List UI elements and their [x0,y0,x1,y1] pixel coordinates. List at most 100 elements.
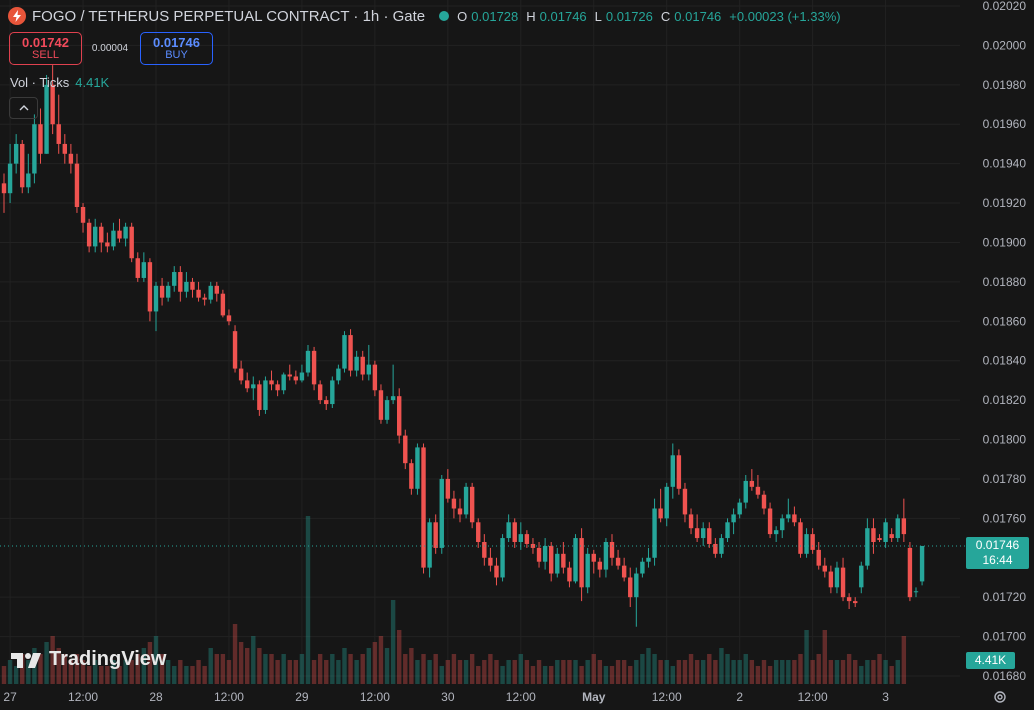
candle-body [293,376,299,381]
candle-body [761,494,767,509]
volume-bar [707,654,712,684]
volume-legend-value: 4.41K [75,75,110,90]
candle-body [50,84,55,125]
price-tick-label: 0.01720 [983,590,1027,604]
volume-bar [238,642,244,684]
price-tick-label: 0.01700 [983,630,1027,644]
close-key: C [660,8,671,24]
candle-body [281,374,286,391]
candle-body [634,573,639,598]
low-key: L [594,8,602,24]
market-status-icon[interactable] [439,11,450,21]
price-chart[interactable]: 0.02020 0.02000 0.01980 0.01960 0.01940 0.019… [0,0,1034,710]
volume-bar [798,654,803,684]
collapse-legend-button[interactable] [9,97,38,119]
candle-body [907,547,913,598]
chart-grid [0,0,960,684]
candle-body [257,384,262,410]
price-tick-label: 0.01780 [983,472,1027,486]
volume-bar [366,648,371,684]
candle-body [427,522,432,568]
candle-body [232,331,238,369]
candle-body [755,486,761,495]
volume-bar [482,660,487,684]
time-tick-label: 27 [3,690,17,704]
volume-bar [889,666,894,684]
candle-body [792,514,797,523]
candle-body [117,230,122,239]
tradingview-logo[interactable]: TradingView [11,648,166,671]
price-tick-label: 0.02000 [983,38,1027,52]
price-tick-label: 0.02020 [983,0,1027,13]
volume-bar [573,660,578,684]
volume-bar [822,630,827,684]
sell-label: SELL [32,48,59,61]
candle-body [68,153,74,164]
high-key: H [526,8,536,24]
candle-body [646,557,651,562]
volume-bar [749,660,755,684]
candle-body [44,84,49,154]
volume-bar [245,648,250,684]
candle-body [591,553,596,562]
volume-bar [530,666,536,684]
time-axis[interactable]: 27 12:00 28 12:00 29 12:00 30 12:00 May 12:00 2 12:… [3,690,889,704]
volume-bar [226,660,232,684]
candle-body [500,538,505,578]
price-tick-label: 0.01960 [983,117,1027,131]
price-axis[interactable]: 0.02020 0.02000 0.01980 0.01960 0.01940 0.019… [983,0,1027,683]
price-tick-label: 0.01940 [983,157,1027,171]
volume-bar [664,660,669,684]
volume-bar [257,648,262,684]
candle-body [919,545,925,582]
volume-bar [579,666,584,684]
candle-body [737,502,742,515]
volume-bar [755,666,761,684]
volume-bar [646,648,651,684]
volume-bar [299,654,305,684]
time-tick-label: 28 [149,690,163,704]
candle-body [457,508,463,515]
candlesticks [1,65,925,627]
volume-bar [390,600,396,684]
price-tick-label: 0.01800 [983,433,1027,447]
volume-bar [165,660,171,684]
volume-bar [792,660,797,684]
candle-body [694,528,700,539]
candle-body [743,480,748,503]
volume-bar [542,666,548,684]
symbol-title[interactable]: FOGO / TETHERUS PERPETUAL CONTRACT · 1h … [32,8,425,25]
volume-bar [810,660,815,684]
candle-body [397,396,402,436]
candle-body [469,486,475,523]
candle-body [816,549,821,566]
volume-bar [409,648,414,684]
volume-bar [591,654,596,684]
volume-bar [427,660,432,684]
volume-legend[interactable]: Vol · Ticks 4.41K [10,75,109,90]
volume-legend-label: Vol · Ticks [10,75,70,90]
candle-body [384,400,390,420]
candle-body [707,528,712,544]
candle-body [719,538,724,554]
candle-body [828,571,834,588]
volume-bar [251,636,256,684]
sell-button[interactable]: 0.01742 SELL [9,32,82,65]
time-tick-label: 30 [441,690,455,704]
volume-bar [603,666,609,684]
time-tick-label: 2 [736,690,743,704]
volume-bar [324,660,329,684]
volume-bar [403,654,408,684]
low-value: 0.01726 [605,8,653,24]
buy-button[interactable]: 0.01746 BUY [140,32,213,65]
candle-body [585,553,590,588]
volume-bar [476,666,481,684]
candle-body [421,447,426,568]
volume-bar [609,666,615,684]
volume-bar [652,654,657,684]
settings-gear-icon[interactable] [992,689,1008,705]
candle-body [889,534,894,539]
volume-bar [287,660,292,684]
candle-body [524,534,530,544]
candle-body [555,553,560,574]
